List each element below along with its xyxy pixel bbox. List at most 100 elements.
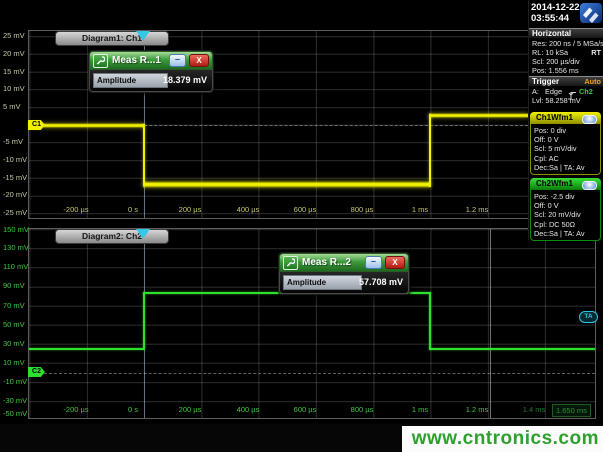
d1-y-label: -5 mV bbox=[3, 138, 23, 146]
ch2-decimation: Dec:Sa | TA: Av bbox=[534, 229, 600, 238]
d1-y-label: -25 mV bbox=[3, 209, 27, 217]
ch1-scale: Scl: 5 mV/div bbox=[534, 144, 600, 153]
record-end-line bbox=[490, 229, 491, 418]
oscilloscope-screen: Diagram1: Ch1 C1 25 mV 20 mV 15 mV 10 mV… bbox=[0, 0, 603, 452]
realtime-badge: RT bbox=[591, 48, 601, 57]
diagram2-trigger-position-marker[interactable] bbox=[136, 229, 150, 239]
ch1wfm1-panel-body: Pos: 0 div Off: 0 V Scl: 5 mV/div Cpl: A… bbox=[530, 124, 601, 175]
trigger-a-label: A: bbox=[532, 87, 539, 96]
d1-y-label: 25 mV bbox=[3, 32, 25, 40]
d1-y-label: 10 mV bbox=[3, 85, 25, 93]
d2-y-label: -50 mV bbox=[3, 410, 27, 418]
d1-y-label: -10 mV bbox=[3, 156, 27, 164]
ch2-trace-low-segment bbox=[29, 348, 144, 350]
wrench-icon bbox=[283, 256, 298, 270]
d2-y-label: 70 mV bbox=[3, 302, 25, 310]
ch1-trace-end-segment bbox=[429, 113, 528, 118]
minimize-button[interactable]: – bbox=[365, 256, 382, 269]
diagram2-zero-axis bbox=[29, 373, 595, 374]
trigger-source: Ch2 bbox=[579, 87, 593, 96]
d1-x-label: 1.2 ms bbox=[457, 205, 497, 214]
ch2-position: Pos: -2.5 div bbox=[534, 192, 600, 201]
d1-y-label: 5 mV bbox=[3, 103, 21, 111]
horizontal-record-length: RL: 10 kSa bbox=[532, 48, 568, 57]
panel-minimize-icon[interactable] bbox=[582, 181, 597, 190]
ch2wfm1-title: Ch2Wfm1 bbox=[536, 179, 573, 188]
meas2-titlebar[interactable]: Meas R...2 – X bbox=[279, 253, 409, 272]
d2-y-label: 10 mV bbox=[3, 359, 25, 367]
time-axis-end-label: 1.650 ms bbox=[552, 404, 591, 417]
diagram1-trigger-position-marker[interactable] bbox=[136, 31, 150, 41]
ch2-trace-rising-edge bbox=[143, 292, 145, 350]
d1-y-label: -15 mV bbox=[3, 174, 27, 182]
meas-result-dialog-1[interactable]: Meas R...1 – X Amplitude 18.379 mV bbox=[88, 50, 214, 93]
d2-x-label: 600 µs bbox=[285, 405, 325, 414]
d2-y-label: 90 mV bbox=[3, 282, 25, 290]
trigger-mode: Auto bbox=[584, 77, 601, 86]
meas2-title: Meas R...2 bbox=[302, 257, 365, 268]
d1-x-label: 0 s bbox=[113, 205, 153, 214]
trigger-type: Edge bbox=[545, 87, 562, 96]
meas2-value: 57.708 mV bbox=[359, 277, 403, 287]
d2-x-label: -200 µs bbox=[56, 405, 96, 414]
watermark-band: www.cntronics.com bbox=[402, 426, 603, 452]
ch1-position: Pos: 0 div bbox=[534, 126, 600, 135]
ch2-coupling: Cpl: DC 50Ω bbox=[534, 220, 600, 229]
ch1-trace-high-segment bbox=[29, 123, 144, 128]
horizontal-resolution: Res: 200 ns / 5 MSa/s bbox=[532, 39, 603, 48]
d2-x-label: 0 s bbox=[113, 405, 153, 414]
d2-x-label: 200 µs bbox=[170, 405, 210, 414]
sidebar: 2014-12-22 03:55:44 Horizontal Res: 200 … bbox=[528, 0, 603, 240]
minimize-button[interactable]: – bbox=[169, 54, 186, 67]
d2-x-label: 800 µs bbox=[342, 405, 382, 414]
d2-y-label: 150 mV bbox=[3, 226, 29, 234]
d1-y-label: 20 mV bbox=[3, 50, 25, 58]
d1-y-label: -20 mV bbox=[3, 191, 27, 199]
d2-x-label: 1.2 ms bbox=[457, 405, 497, 414]
d2-y-label: 110 mV bbox=[3, 263, 28, 271]
ch1-trace-rising-edge bbox=[429, 114, 431, 187]
tab-diagram2[interactable]: Diagram2: Ch2 bbox=[55, 229, 169, 244]
wrench-icon bbox=[93, 54, 108, 68]
horizontal-panel-header[interactable]: Horizontal bbox=[529, 28, 603, 38]
d2-y-label: 130 mV bbox=[3, 244, 29, 252]
d2-y-label: 30 mV bbox=[3, 340, 25, 348]
watermark-text: www.cntronics.com bbox=[412, 428, 603, 450]
ch1wfm1-panel-header[interactable]: Ch1Wfm1 bbox=[530, 112, 601, 124]
ch1-trace-low-segment bbox=[143, 181, 430, 188]
d1-x-label: 800 µs bbox=[342, 205, 382, 214]
ch1-trace-falling-edge bbox=[143, 124, 145, 186]
rohde-schwarz-logo-icon bbox=[580, 3, 602, 28]
ch1-offset: Off: 0 V bbox=[534, 135, 600, 144]
panel-minimize-icon[interactable] bbox=[582, 115, 597, 124]
d1-x-label: 600 µs bbox=[285, 205, 325, 214]
d2-y-label: -30 mV bbox=[3, 397, 27, 405]
ch1wfm1-panel[interactable]: Ch1Wfm1 Pos: 0 div Off: 0 V Scl: 5 mV/di… bbox=[530, 112, 601, 175]
meas-result-dialog-2[interactable]: Meas R...2 – X Amplitude 57.708 mV bbox=[278, 252, 410, 295]
trigger-level-marker[interactable]: TA bbox=[579, 311, 598, 323]
ch2wfm1-panel-body: Pos: -2.5 div Off: 0 V Scl: 20 mV/div Cp… bbox=[530, 190, 601, 241]
close-button[interactable]: X bbox=[385, 256, 405, 269]
ch1wfm1-title: Ch1Wfm1 bbox=[536, 113, 573, 122]
meas1-value: 18.379 mV bbox=[163, 75, 207, 85]
meas2-body: Amplitude 57.708 mV bbox=[279, 272, 409, 294]
ch1-decimation: Dec:Sa | TA: Av bbox=[534, 163, 600, 172]
ch2wfm1-panel-header[interactable]: Ch2Wfm1 bbox=[530, 178, 601, 190]
ch2-trace-end-segment bbox=[429, 348, 595, 350]
meas2-param: Amplitude bbox=[283, 275, 362, 290]
ch1-coupling: Cpl: AC bbox=[534, 154, 600, 163]
meas1-titlebar[interactable]: Meas R...1 – X bbox=[89, 51, 213, 70]
d2-y-label: -10 mV bbox=[3, 378, 27, 386]
horizontal-scale: Scl: 200 µs/div bbox=[532, 57, 580, 66]
date-label: 2014-12-22 bbox=[531, 2, 580, 13]
d1-x-label: 400 µs bbox=[228, 205, 268, 214]
ch2wfm1-panel[interactable]: Ch2Wfm1 Pos: -2.5 div Off: 0 V Scl: 20 m… bbox=[530, 178, 601, 241]
ch2-offset: Off: 0 V bbox=[534, 201, 600, 210]
d1-x-label: 1 ms bbox=[400, 205, 440, 214]
close-button[interactable]: X bbox=[189, 54, 209, 67]
d1-x-label: 200 µs bbox=[170, 205, 210, 214]
meas1-param: Amplitude bbox=[93, 73, 168, 88]
tab-diagram1[interactable]: Diagram1: Ch1 bbox=[55, 31, 169, 46]
ch2-scale: Scl: 20 mV/div bbox=[534, 210, 600, 219]
d2-x-label: 1 ms bbox=[400, 405, 440, 414]
